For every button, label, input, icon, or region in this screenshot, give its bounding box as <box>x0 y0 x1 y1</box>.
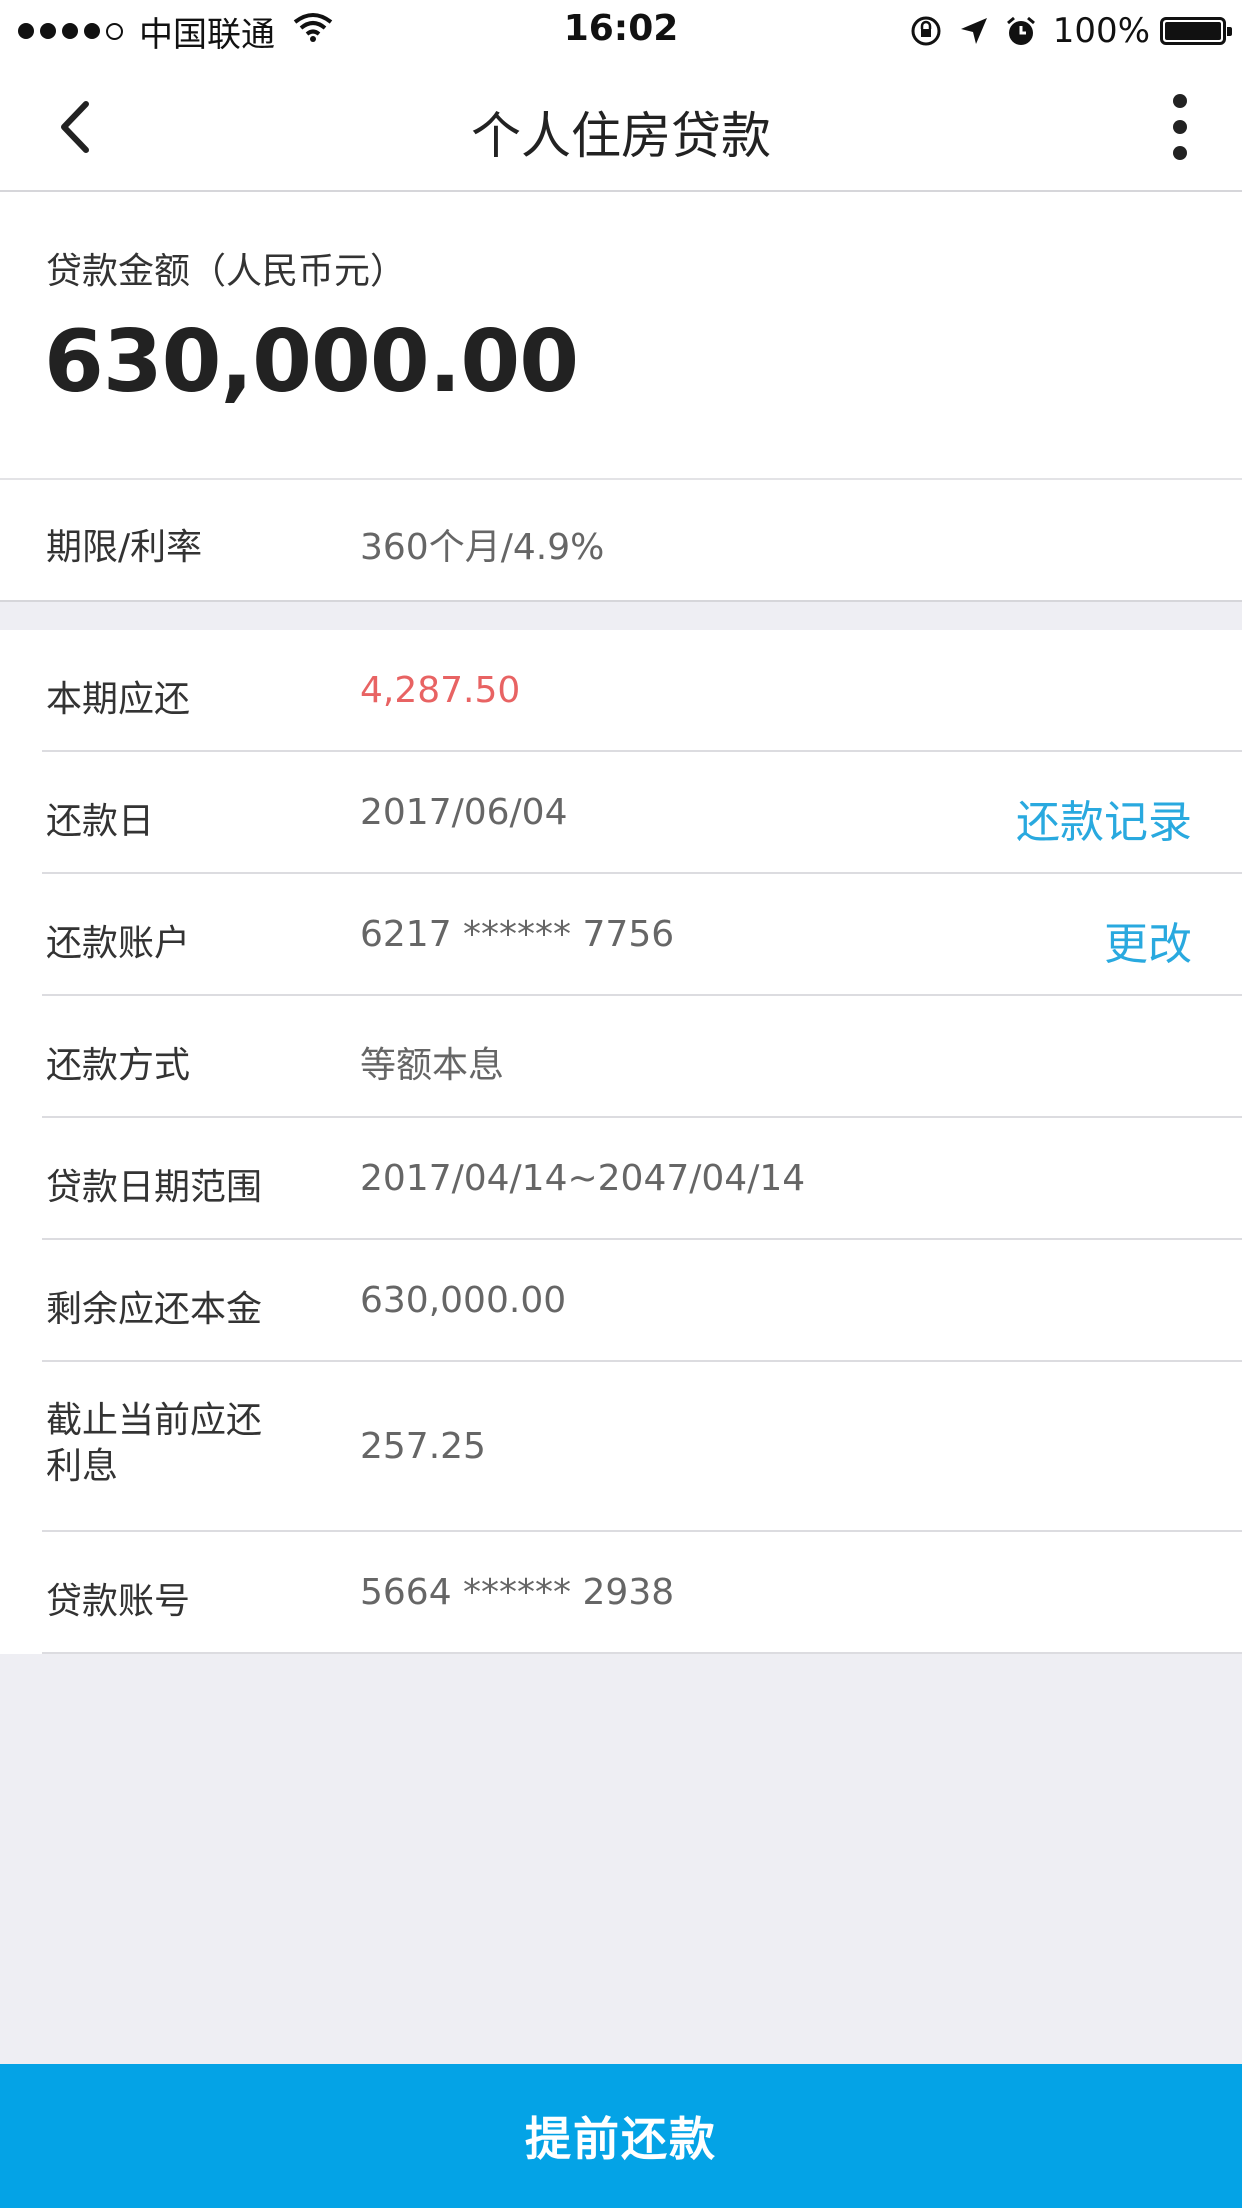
term-rate-row: 期限/利率 360个月/4.9% <box>0 480 1242 602</box>
alarm-icon <box>1005 15 1037 47</box>
repayment-method-label: 还款方式 <box>46 1045 191 1086</box>
term-rate-label: 期限/利率 <box>46 527 203 568</box>
loan-date-range-label: 贷款日期范围 <box>46 1167 263 1208</box>
repayment-date-label: 还款日 <box>46 801 155 842</box>
loan-date-range-value: 2017/04/14~2047/04/14 <box>360 1158 806 1199</box>
change-account-link[interactable]: 更改 <box>1104 908 1192 972</box>
loan-account-number-value: 5664 ****** 2938 <box>360 1572 675 1613</box>
row-interest-due: 截止当前应还 利息 257.25 <box>0 1362 1242 1532</box>
status-bar: 中国联通 16:02 100% <box>0 0 1242 62</box>
repayment-account-label: 还款账户 <box>46 923 191 964</box>
location-arrow-icon <box>959 16 989 46</box>
loan-amount-value: 630,000.00 <box>44 312 579 412</box>
early-repayment-button[interactable]: 提前还款 <box>0 2064 1242 2208</box>
loan-amount-card: 贷款金额（人民币元） 630,000.00 <box>0 192 1242 480</box>
battery-icon <box>1160 17 1232 45</box>
loan-account-number-label: 贷款账号 <box>46 1581 191 1622</box>
row-remaining-principal: 剩余应还本金 630,000.00 <box>0 1240 1242 1362</box>
current-due-value: 4,287.50 <box>360 670 521 711</box>
row-repayment-date: 还款日 2017/06/04 还款记录 <box>0 752 1242 874</box>
repayment-date-value: 2017/06/04 <box>360 792 568 833</box>
row-loan-account-number: 贷款账号 5664 ****** 2938 <box>0 1532 1242 1654</box>
rotation-lock-icon <box>909 14 943 48</box>
remaining-principal-value: 630,000.00 <box>360 1280 567 1321</box>
row-repayment-account: 还款账户 6217 ****** 7756 更改 <box>0 874 1242 996</box>
battery-percent: 100% <box>1052 11 1150 51</box>
more-button[interactable] <box>1160 94 1200 160</box>
row-current-due: 本期应还 4,287.50 <box>0 630 1242 752</box>
page-title: 个人住房贷款 <box>471 107 771 165</box>
remaining-principal-label: 剩余应还本金 <box>46 1289 263 1330</box>
interest-due-label: 截止当前应还 利息 <box>46 1400 263 1487</box>
navigation-bar: 个人住房贷款 <box>0 62 1242 192</box>
row-loan-date-range: 贷款日期范围 2017/04/14~2047/04/14 <box>0 1118 1242 1240</box>
current-due-label: 本期应还 <box>46 679 191 720</box>
repayment-records-link[interactable]: 还款记录 <box>1016 786 1192 850</box>
interest-due-value: 257.25 <box>360 1426 486 1467</box>
status-right: 100% <box>893 10 1232 52</box>
row-repayment-method: 还款方式 等额本息 <box>0 996 1242 1118</box>
repayment-account-value: 6217 ****** 7756 <box>360 914 675 955</box>
term-rate-value: 360个月/4.9% <box>360 527 605 568</box>
repayment-details: 本期应还 4,287.50 还款日 2017/06/04 还款记录 还款账户 6… <box>0 630 1242 1654</box>
loan-amount-label: 贷款金额（人民币元） <box>46 251 407 292</box>
more-vertical-icon <box>1173 94 1187 108</box>
repayment-method-value: 等额本息 <box>360 1045 505 1086</box>
app-screen: 中国联通 16:02 100% 个人住房贷款 贷款金额（人民币元） 630,00… <box>0 0 1242 2208</box>
